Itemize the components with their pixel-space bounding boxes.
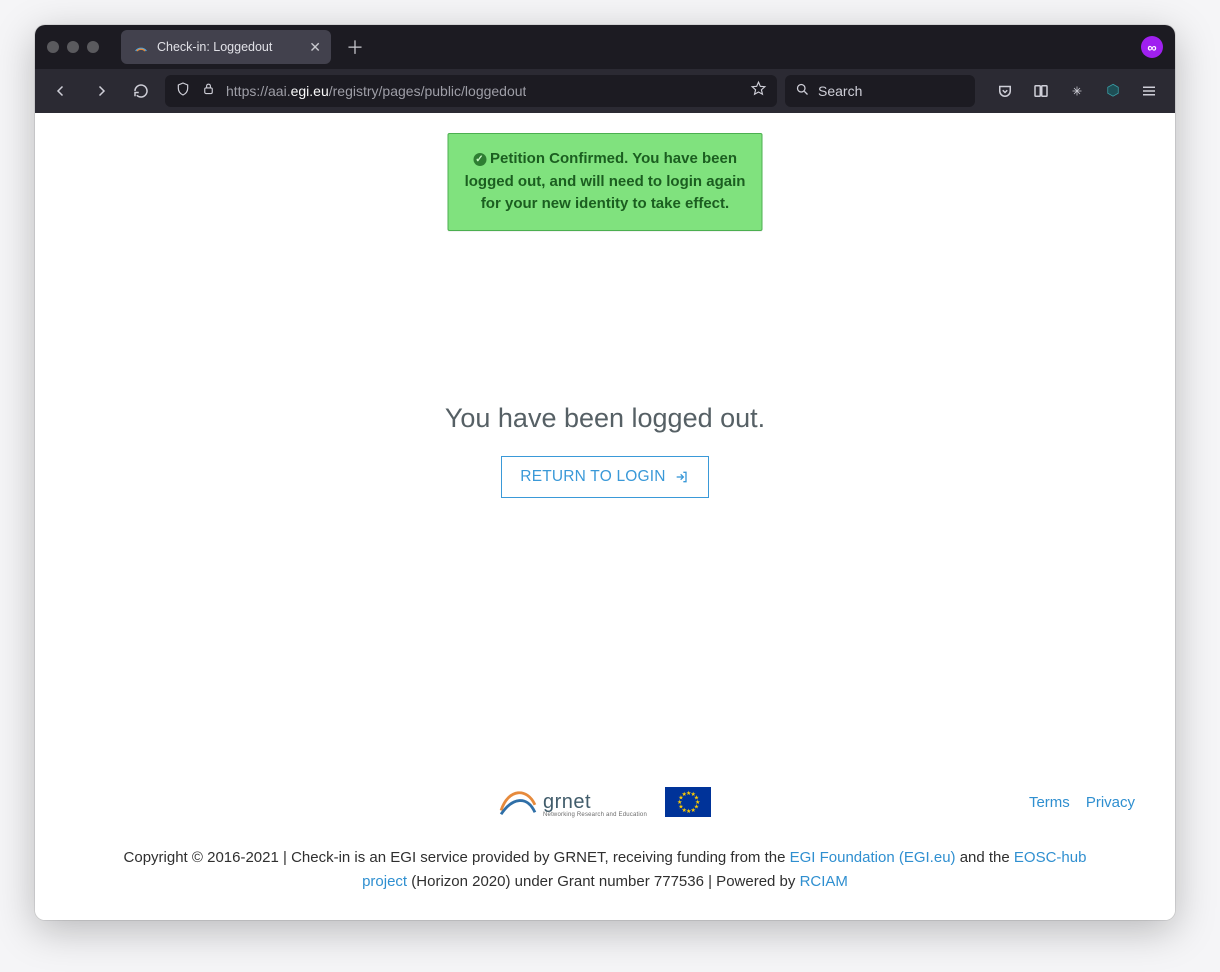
reader-icon[interactable] (1025, 75, 1057, 107)
footer-copyright: Copyright © 2016-2021 | Check-in is an E… (105, 846, 1105, 894)
tab-title: Check-in: Loggedout (157, 40, 272, 54)
return-to-login-button[interactable]: RETURN TO LOGIN (501, 456, 708, 498)
window-min-dot[interactable] (67, 41, 79, 53)
new-tab-button[interactable]: ＋ (341, 33, 369, 61)
lock-icon (201, 81, 216, 101)
footer-top: grnet Networking Research and Education … (75, 786, 1135, 818)
footer-copy-seg1: Copyright © 2016-2021 | Check-in is an E… (124, 849, 790, 866)
window-controls[interactable] (47, 41, 99, 53)
browser-tab[interactable]: Check-in: Loggedout ✕ (121, 30, 331, 64)
window-close-dot[interactable] (47, 41, 59, 53)
url-text: https://aai.egi.eu/registry/pages/public… (226, 83, 526, 99)
grnet-logo: grnet Networking Research and Education (499, 786, 647, 818)
hamburger-menu-icon[interactable] (1133, 75, 1165, 107)
logged-out-heading: You have been logged out. (445, 403, 765, 434)
nav-back-button[interactable] (45, 75, 77, 107)
search-placeholder: Search (818, 83, 862, 99)
page-content: ✓Petition Confirmed. You have been logge… (35, 113, 1175, 920)
sparkle-icon[interactable] (1061, 75, 1093, 107)
url-prefix: https://aai. (226, 83, 291, 99)
footer-logos: grnet Networking Research and Education … (499, 786, 711, 818)
search-icon (795, 82, 810, 100)
url-path: /registry/pages/public/loggedout (329, 83, 527, 99)
footer-links: Terms Privacy (1029, 794, 1135, 811)
footer-copy-seg3: (Horizon 2020) under Grant number 777536… (407, 873, 799, 890)
tab-close-icon[interactable]: ✕ (309, 39, 321, 56)
pocket-icon[interactable] (989, 75, 1021, 107)
tab-favicon-icon (133, 39, 149, 55)
footer-link-egi[interactable]: EGI Foundation (EGI.eu) (790, 849, 956, 866)
eu-flag-icon: ★★★★★★★★★★★★ (665, 787, 711, 817)
toolbar: https://aai.egi.eu/registry/pages/public… (35, 69, 1175, 113)
footer-link-terms[interactable]: Terms (1029, 794, 1070, 811)
grnet-swoosh-icon (499, 786, 537, 818)
grnet-subtitle: Networking Research and Education (543, 812, 647, 818)
titlebar: Check-in: Loggedout ✕ ＋ ∞ (35, 25, 1175, 69)
flash-toast: ✓Petition Confirmed. You have been logge… (448, 133, 763, 231)
shield-icon (175, 81, 191, 102)
footer-link-rciam[interactable]: RCIAM (800, 873, 848, 890)
nav-forward-button[interactable] (85, 75, 117, 107)
toolbar-right (989, 75, 1165, 107)
footer-link-privacy[interactable]: Privacy (1086, 794, 1135, 811)
main-block: You have been logged out. RETURN TO LOGI… (35, 403, 1175, 498)
cube-extension-icon[interactable] (1097, 75, 1129, 107)
grnet-name: grnet (543, 791, 591, 813)
url-bar[interactable]: https://aai.egi.eu/registry/pages/public… (165, 75, 777, 107)
toast-message: Petition Confirmed. You have been logged… (465, 150, 746, 212)
extension-badge-icon[interactable]: ∞ (1141, 36, 1163, 58)
bookmark-star-icon[interactable] (750, 80, 767, 102)
window-max-dot[interactable] (87, 41, 99, 53)
search-bar[interactable]: Search (785, 75, 975, 107)
url-host: egi.eu (291, 83, 329, 99)
return-to-login-label: RETURN TO LOGIN (520, 468, 665, 486)
login-arrow-icon (674, 469, 690, 485)
browser-window: Check-in: Loggedout ✕ ＋ ∞ https://aai.eg… (35, 25, 1175, 920)
check-circle-icon: ✓ (473, 153, 486, 166)
footer-copy-seg2: and the (956, 849, 1014, 866)
nav-reload-button[interactable] (125, 75, 157, 107)
footer: grnet Networking Research and Education … (35, 786, 1175, 920)
